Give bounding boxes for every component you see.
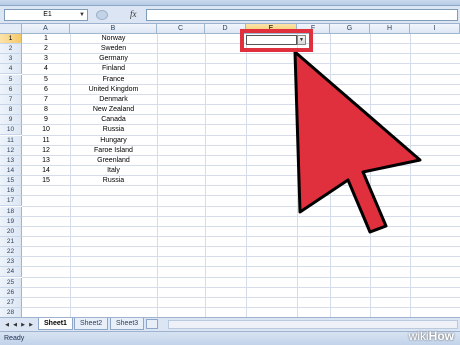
next-sheet-icon[interactable]: ▶ [19,321,27,329]
pointer-arrow-shape [293,50,422,234]
horizontal-scrollbar[interactable] [168,320,458,329]
tab-sheet3[interactable]: Sheet3 [110,318,145,330]
last-sheet-icon[interactable]: ▶ [27,321,35,329]
highlight-box [240,29,313,52]
tab-sheet2[interactable]: Sheet2 [74,318,109,330]
sheet-tab-bar: ◀ ◀ ▶ ▶ Sheet1 Sheet2 Sheet3 [0,317,460,331]
first-sheet-icon[interactable]: ◀ [3,321,11,329]
insert-sheet-icon[interactable] [146,319,158,329]
status-bar: Ready wikiHow [0,329,460,345]
pointer-arrow-icon [293,50,422,234]
prev-sheet-icon[interactable]: ◀ [11,321,19,329]
watermark: wikiHow [408,329,454,343]
status-text: Ready [4,335,25,342]
tab-sheet1[interactable]: Sheet1 [38,318,73,330]
